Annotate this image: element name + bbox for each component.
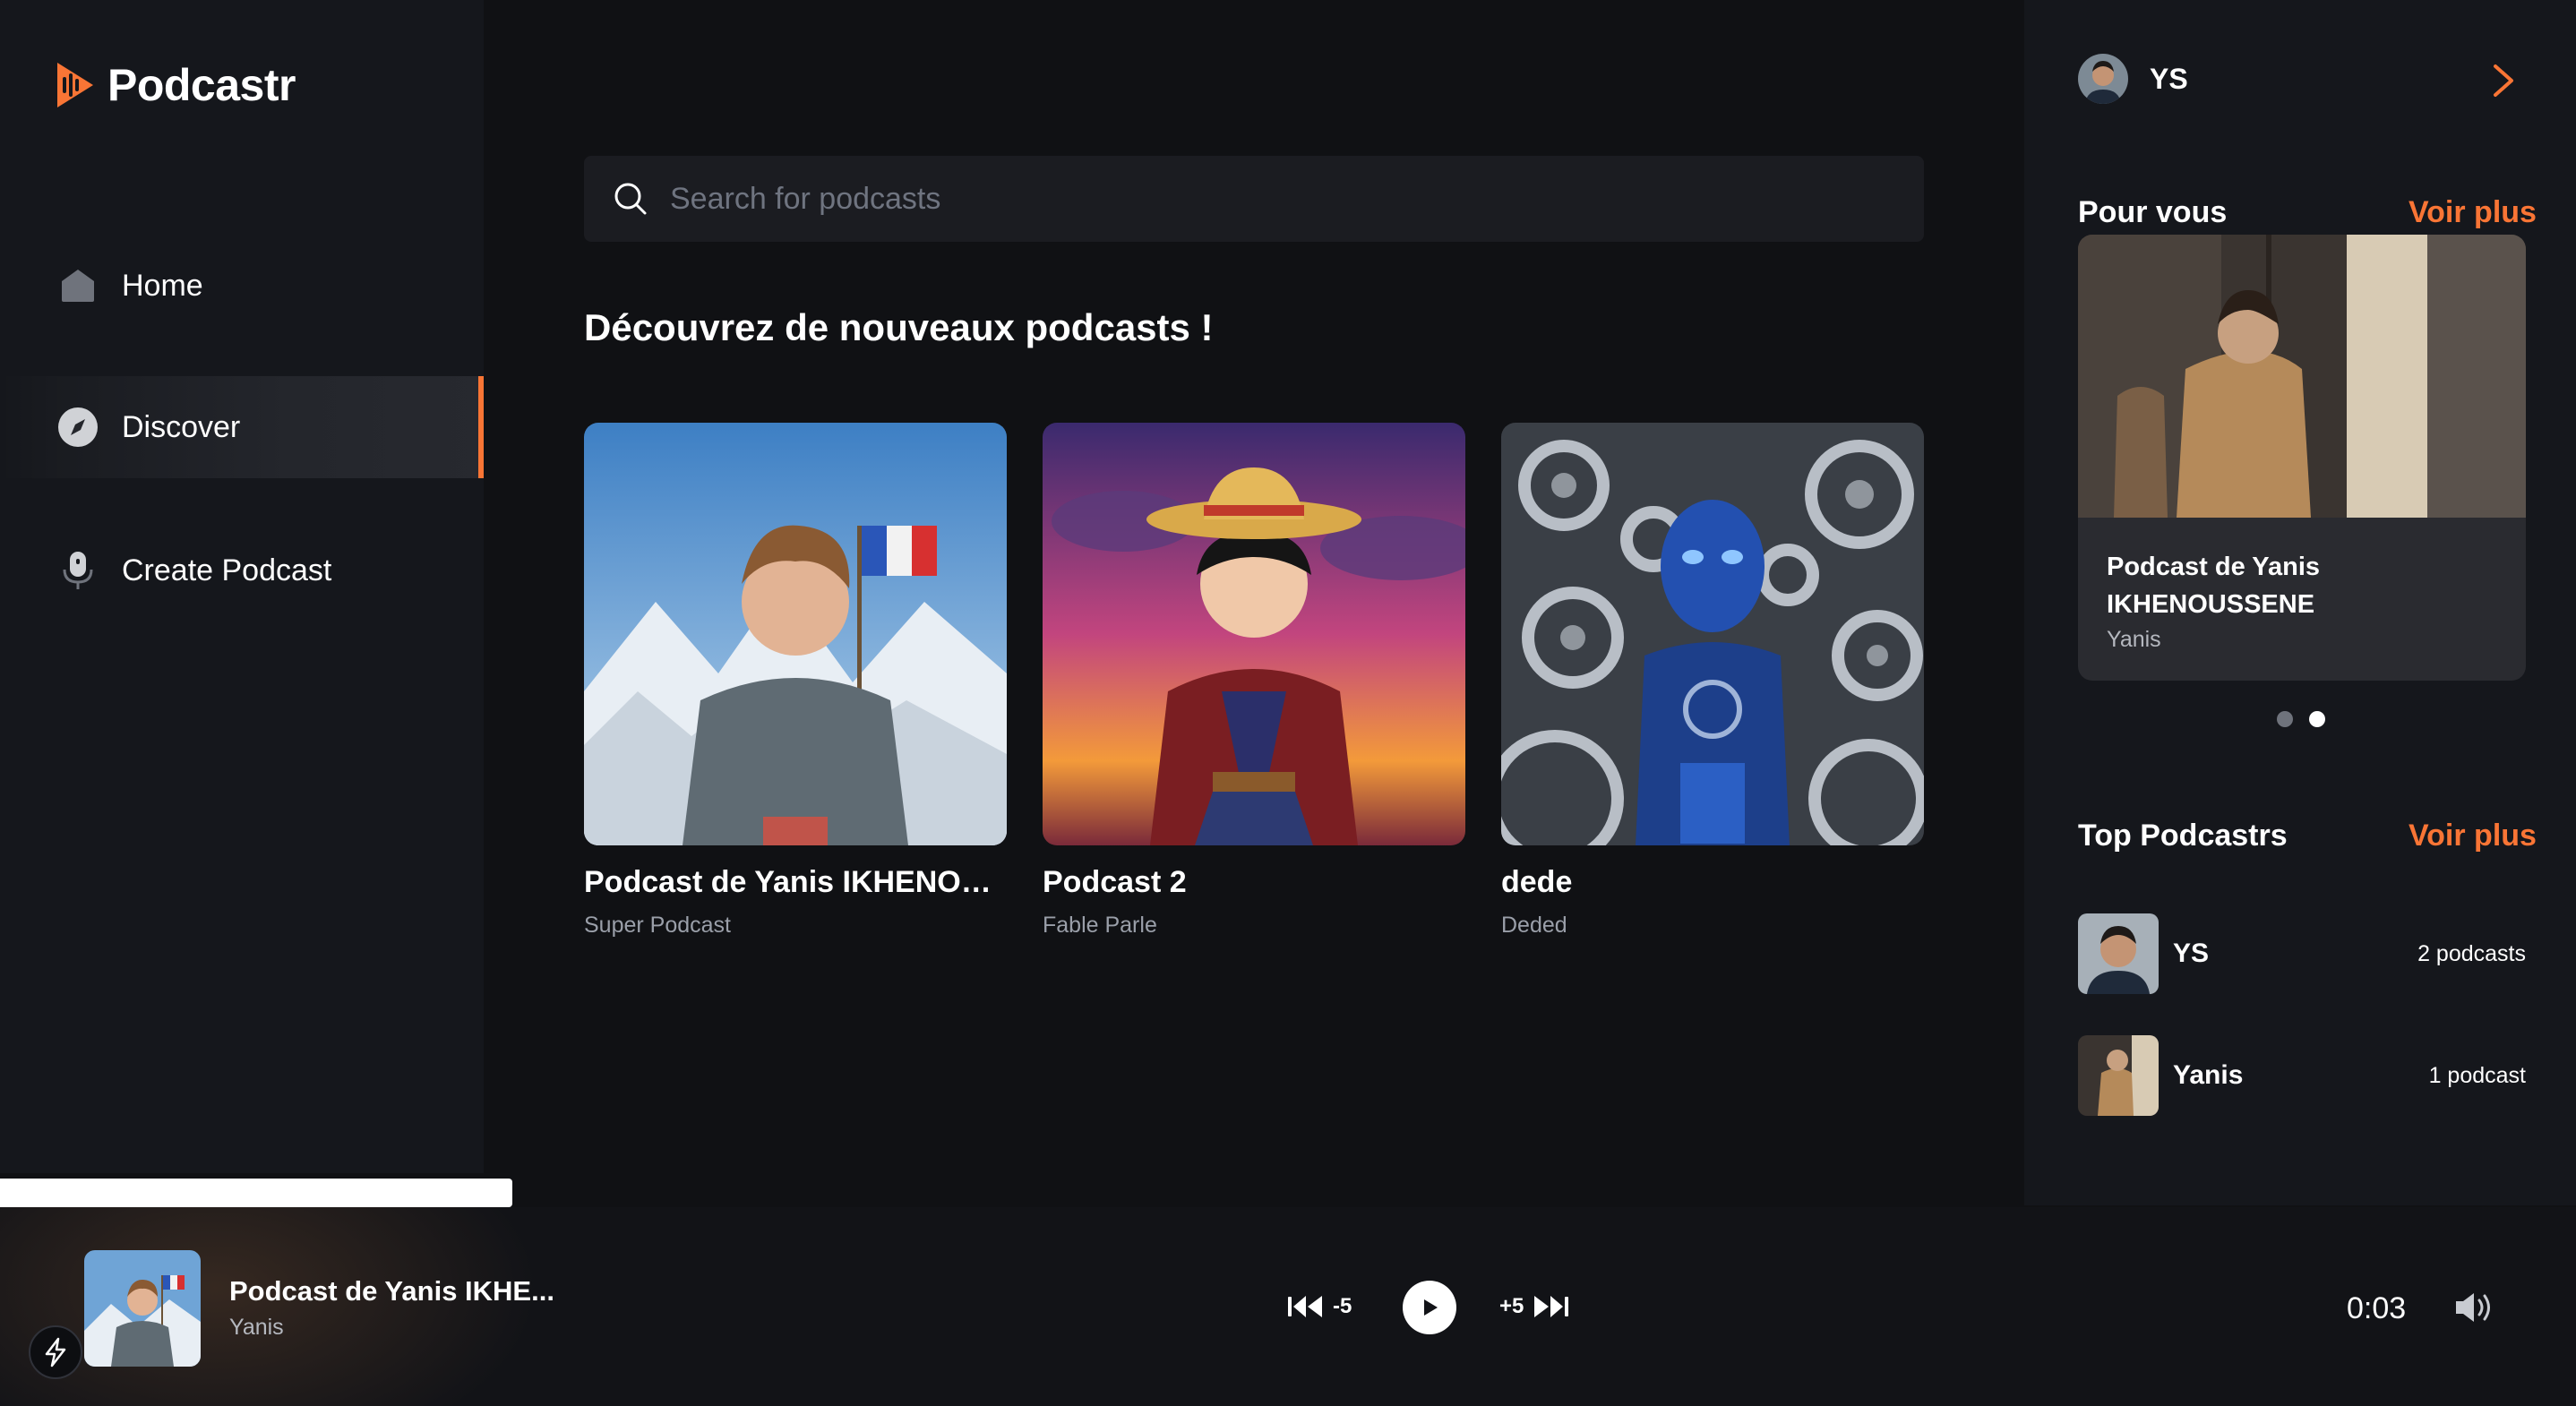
forward-button[interactable]: +5 [1499, 1293, 1570, 1320]
top-podcaster-row[interactable]: YS 2 podcasts [2078, 913, 2526, 994]
nav-label-home: Home [122, 268, 203, 303]
podcast-title: Podcast 2 [1043, 865, 1187, 899]
nav-label-discover: Discover [122, 409, 241, 444]
top-podcasters-heading: Top Podcastrs [2078, 819, 2288, 853]
podcast-subtitle: Fable Parle [1043, 913, 1157, 938]
microphone-icon [57, 550, 99, 591]
featured-podcast-info: Podcast de Yanis IKHENOUSSENE Yanis [2107, 548, 2501, 653]
podcast-cover-image [1501, 423, 1924, 845]
podcast-cover-image [584, 423, 1007, 845]
now-playing-cover[interactable] [84, 1250, 201, 1367]
play-icon [1424, 1299, 1438, 1316]
top-podcasters-see-more-link[interactable]: Voir plus [2409, 819, 2537, 853]
top-podcaster-count: 2 podcasts [2417, 940, 2526, 966]
podcast-card[interactable]: Podcast 2 Fable Parle [1043, 423, 1465, 939]
rewind-icon [1288, 1296, 1322, 1317]
podcast-subtitle: Super Podcast [584, 913, 731, 938]
podcast-card[interactable]: Podcast de Yanis IKHENOUSSENE Super Podc… [584, 423, 1007, 939]
fast-forward-icon [1534, 1296, 1569, 1317]
top-podcaster-name: YS [2173, 939, 2210, 968]
now-playing-title: Podcast de Yanis IKHE... [229, 1275, 554, 1307]
top-podcaster-name: Yanis [2173, 1060, 2244, 1090]
volume-icon[interactable] [2452, 1290, 2495, 1325]
top-podcaster-row[interactable]: Yanis 1 podcast [2078, 1035, 2526, 1116]
podcast-card[interactable]: dede Deded [1501, 423, 1924, 939]
podcast-subtitle: Deded [1501, 913, 1567, 938]
left-sidebar: Podcastr Home Discover Create Podcast [0, 0, 484, 1173]
play-button[interactable] [1403, 1281, 1456, 1334]
now-playing-artist: Yanis [229, 1315, 284, 1340]
top-podcaster-count: 1 podcast [2428, 1062, 2526, 1088]
featured-podcast-card[interactable]: Podcast de Yanis IKHENOUSSENE Yanis [2078, 235, 2526, 681]
avatar [2078, 54, 2128, 104]
nav-label-create-podcast: Create Podcast [122, 553, 332, 587]
playback-time: 0:03 [2347, 1291, 2407, 1325]
nav-item-discover[interactable]: Discover [0, 376, 484, 478]
rewind-button[interactable]: -5 [1286, 1293, 1352, 1320]
for-you-heading: Pour vous [2078, 195, 2228, 229]
app-root: Podcastr Home Discover Create Podcast Se… [0, 0, 2576, 1406]
app-name: Podcastr [107, 60, 296, 110]
playback-progress-bar[interactable] [0, 1179, 2576, 1207]
search-bar[interactable] [584, 156, 1924, 242]
podcast-title: Podcast de Yanis IKHENOUSSENE [584, 865, 1007, 899]
search-icon [614, 183, 647, 215]
carousel-dot-2[interactable] [2309, 711, 2325, 727]
nav-item-create-podcast[interactable]: Create Podcast [0, 519, 484, 622]
profile-name: YS [2150, 62, 2188, 95]
featured-podcast-image [2078, 235, 2526, 518]
lightning-icon [45, 1337, 66, 1367]
nav-item-home[interactable]: Home [0, 235, 484, 337]
featured-podcast-title: Podcast de Yanis IKHENOUSSENE [2107, 553, 2321, 619]
search-input[interactable] [670, 181, 1834, 217]
avatar [2078, 1035, 2159, 1116]
avatar [2078, 913, 2159, 994]
bolt-button[interactable] [29, 1325, 82, 1379]
logo[interactable]: Podcastr [54, 59, 296, 111]
discover-title: Découvrez de nouveaux podcasts ! [584, 306, 1214, 348]
featured-podcast-author: Yanis [2107, 627, 2161, 652]
for-you-see-more-link[interactable]: Voir plus [2409, 195, 2537, 230]
carousel-dot-1[interactable] [2277, 711, 2293, 727]
podcast-cover-image [1043, 423, 1465, 845]
podcast-grid: Podcast de Yanis IKHENOUSSENE Super Podc… [584, 423, 1924, 939]
user-profile[interactable]: YS [2078, 54, 2188, 104]
compass-icon [57, 407, 99, 448]
rewind-label: -5 [1333, 1294, 1352, 1318]
forward-label: +5 [1499, 1294, 1524, 1318]
chevron-right-icon[interactable] [2490, 63, 2517, 99]
playback-progress-fill [0, 1179, 513, 1207]
home-icon [57, 265, 99, 306]
podcast-title: dede [1501, 865, 1573, 899]
podcastr-logo-icon [57, 63, 93, 107]
